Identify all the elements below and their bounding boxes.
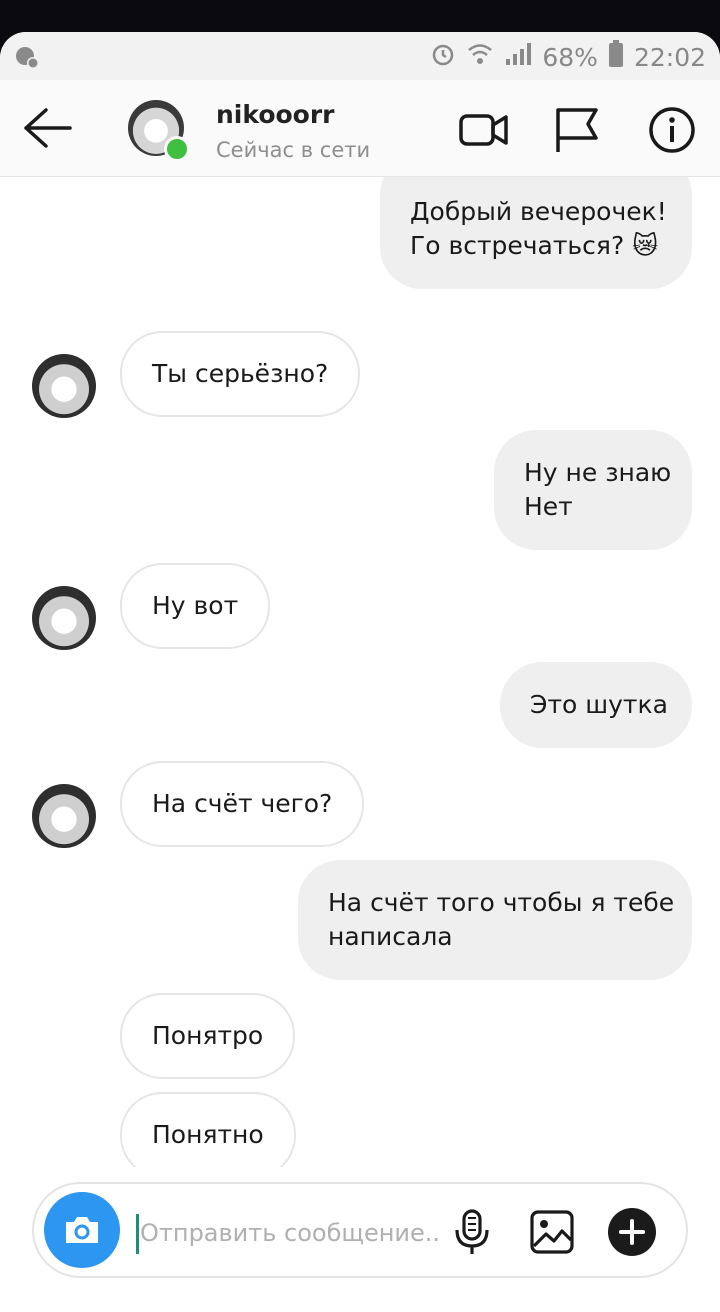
flag-icon[interactable] bbox=[552, 104, 604, 156]
wifi-icon bbox=[466, 41, 494, 73]
camera-button[interactable] bbox=[44, 1192, 120, 1268]
message-bubble-outgoing[interactable]: На счёт того чтобы я тебе написала bbox=[298, 860, 692, 980]
chat-header: nikooorr Сейчас в сети bbox=[0, 80, 720, 177]
online-indicator bbox=[164, 136, 190, 162]
message-bubble-outgoing[interactable]: Ну не знаю Нет bbox=[494, 430, 692, 550]
signal-icon bbox=[504, 41, 532, 73]
alarm-icon bbox=[430, 41, 456, 73]
more-options-button[interactable] bbox=[608, 1208, 656, 1256]
message-input[interactable] bbox=[138, 1210, 442, 1256]
message-thread[interactable]: Добрый вечерочек! Го встречаться? 😿 Ты с… bbox=[0, 177, 720, 1167]
status-right: 68% 22:02 bbox=[430, 40, 706, 74]
message-bubble-incoming[interactable]: На счёт чего? bbox=[120, 761, 365, 847]
plus-icon bbox=[619, 1219, 645, 1245]
message-bubble-incoming[interactable]: Ты серьёзно? bbox=[120, 331, 361, 417]
contact-username[interactable]: nikooorr bbox=[216, 100, 335, 129]
notification-icon bbox=[14, 44, 40, 76]
battery-percent: 68% bbox=[542, 42, 598, 72]
sender-avatar[interactable] bbox=[32, 784, 96, 848]
clock: 22:02 bbox=[633, 42, 706, 72]
info-icon[interactable] bbox=[648, 104, 700, 156]
presence-status: Сейчас в сети bbox=[216, 138, 371, 162]
message-bubble-incoming[interactable]: Понятно bbox=[120, 1092, 296, 1167]
message-text: Ну не знаю bbox=[524, 458, 672, 487]
back-button[interactable] bbox=[22, 106, 74, 150]
message-bubble-incoming[interactable]: Ну вот bbox=[120, 563, 271, 649]
message-bubble-incoming[interactable]: Понятро bbox=[120, 993, 296, 1079]
microphone-icon[interactable] bbox=[448, 1208, 496, 1256]
chat-screen: 68% 22:02 nikooorr Сейчас в сети Добрый … bbox=[0, 32, 720, 1312]
video-call-icon[interactable] bbox=[458, 104, 510, 156]
sender-avatar[interactable] bbox=[32, 586, 96, 650]
message-text: Го встречаться? 😿 bbox=[410, 231, 659, 260]
message-text: Добрый вечерочек! bbox=[410, 197, 667, 226]
message-text: Ты серьёзно? bbox=[152, 359, 329, 388]
sender-avatar[interactable] bbox=[32, 354, 96, 418]
message-text: написала bbox=[328, 922, 453, 951]
message-text: На счёт того чтобы я тебе bbox=[328, 888, 675, 917]
message-text: Ну вот bbox=[152, 591, 239, 620]
status-bar: 68% 22:02 bbox=[0, 32, 720, 80]
message-bubble-outgoing[interactable]: Это шутка bbox=[500, 662, 692, 748]
message-composer bbox=[32, 1182, 688, 1278]
camera-icon bbox=[66, 1217, 98, 1243]
message-text: Понятно bbox=[152, 1120, 264, 1149]
message-text: Нет bbox=[524, 492, 573, 521]
battery-icon bbox=[608, 40, 624, 74]
message-text: Это шутка bbox=[530, 690, 668, 719]
gallery-icon[interactable] bbox=[528, 1208, 576, 1256]
message-bubble-outgoing[interactable]: Добрый вечерочек! Го встречаться? 😿 bbox=[380, 177, 692, 289]
message-text: Понятро bbox=[152, 1021, 264, 1050]
message-text: На счёт чего? bbox=[152, 789, 333, 818]
